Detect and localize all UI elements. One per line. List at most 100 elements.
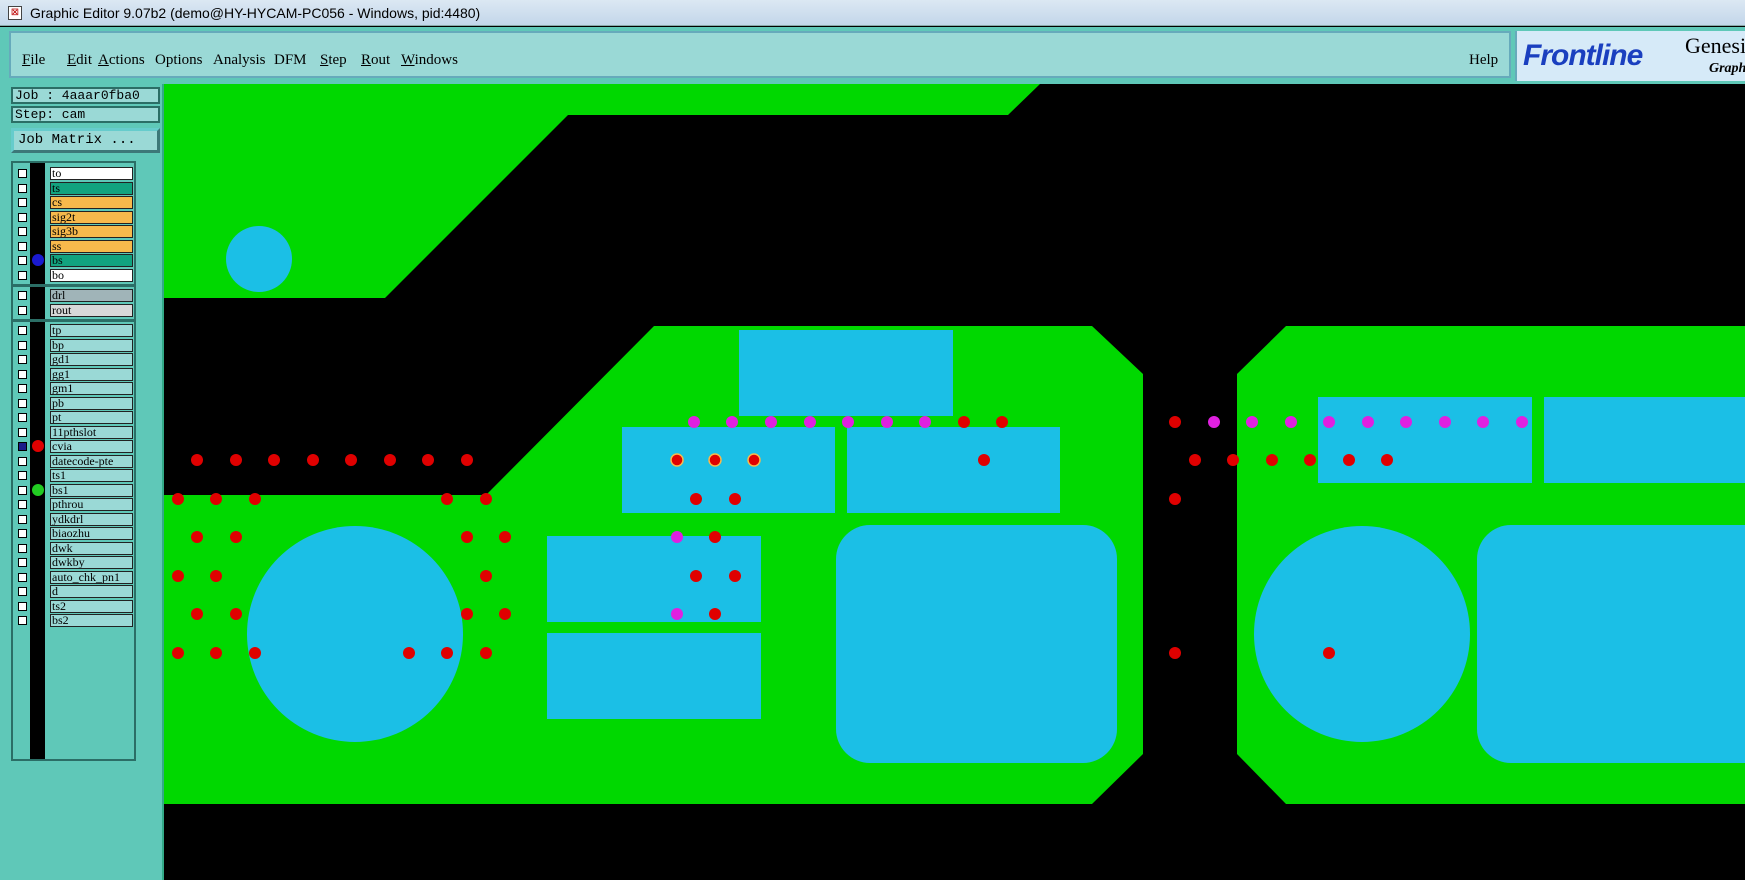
layer-row-dwk[interactable]: dwk <box>13 541 134 556</box>
menu-file[interactable]: File <box>22 52 45 69</box>
layer-name[interactable]: gm1 <box>50 382 133 395</box>
layer-checkbox[interactable] <box>18 558 27 567</box>
layer-name[interactable]: pthrou <box>50 498 133 511</box>
layer-checkbox[interactable] <box>18 198 27 207</box>
layer-checkbox[interactable] <box>18 616 27 625</box>
layer-row-gd1[interactable]: gd1 <box>13 353 134 367</box>
layer-name[interactable]: datecode-pte <box>50 454 133 468</box>
layer-row-cs[interactable]: cs <box>13 196 134 210</box>
layer-row-sig3b[interactable]: sig3b <box>13 225 134 239</box>
layer-row-d[interactable]: d <box>13 585 134 599</box>
menu-windows[interactable]: Windows <box>401 52 458 69</box>
layer-name[interactable]: 11pthslot <box>50 425 133 439</box>
layer-name[interactable]: tp <box>50 324 133 337</box>
job-matrix-button[interactable]: Job Matrix ... <box>11 128 160 153</box>
menu-actions[interactable]: Actions <box>98 52 145 69</box>
layer-name[interactable]: ts <box>50 181 133 195</box>
layer-row-sig2t[interactable]: sig2t <box>13 210 134 225</box>
menu-analysis[interactable]: Analysis <box>213 52 266 69</box>
layer-display-dot[interactable] <box>32 440 44 452</box>
layer-row-rout[interactable]: rout <box>13 303 134 318</box>
layer-row-drl[interactable]: drl <box>13 289 134 303</box>
layer-name[interactable]: sig3b <box>50 225 133 238</box>
layer-name[interactable]: bs <box>50 254 133 267</box>
layer-checkbox[interactable] <box>18 572 27 582</box>
layer-name[interactable]: bs1 <box>50 483 133 497</box>
layer-checkbox[interactable] <box>18 369 27 379</box>
layer-row-bs[interactable]: bs <box>13 254 134 268</box>
layer-row-dwkby[interactable]: dwkby <box>13 556 134 570</box>
layer-row-ts1[interactable]: ts1 <box>13 469 134 483</box>
layer-name[interactable]: gg1 <box>50 367 133 381</box>
layer-checkbox[interactable] <box>18 183 27 193</box>
layer-checkbox[interactable] <box>18 169 27 178</box>
layer-row-pb[interactable]: pb <box>13 396 134 411</box>
layer-name[interactable]: bs2 <box>50 614 133 627</box>
layer-name[interactable]: to <box>50 167 133 180</box>
layer-checkbox[interactable] <box>18 587 27 596</box>
layer-name[interactable]: drl <box>50 289 133 302</box>
menu-edit[interactable]: Edit <box>67 52 92 69</box>
layer-name[interactable]: pb <box>50 396 133 410</box>
layer-checkbox[interactable] <box>18 442 27 451</box>
layer-checkbox[interactable] <box>18 543 27 553</box>
layer-row-ts2[interactable]: ts2 <box>13 599 134 614</box>
layer-checkbox[interactable] <box>18 514 27 524</box>
layer-checkbox[interactable] <box>18 212 27 222</box>
layer-checkbox[interactable] <box>18 471 27 480</box>
layer-checkbox[interactable] <box>18 256 27 265</box>
layer-name[interactable]: rout <box>50 303 133 317</box>
layer-name[interactable]: cvia <box>50 440 133 453</box>
layer-checkbox[interactable] <box>18 340 27 350</box>
layer-checkbox[interactable] <box>18 456 27 466</box>
layer-name[interactable]: auto_chk_pn1 <box>50 570 133 584</box>
menu-help[interactable]: Help <box>1469 52 1498 69</box>
layer-row-biaozhu[interactable]: biaozhu <box>13 527 134 541</box>
layer-name[interactable]: ts2 <box>50 599 133 613</box>
layer-row-11pthslot[interactable]: 11pthslot <box>13 425 134 440</box>
layer-name[interactable]: biaozhu <box>50 527 133 540</box>
layer-checkbox[interactable] <box>18 355 27 364</box>
layer-checkbox[interactable] <box>18 227 27 236</box>
menu-dfm[interactable]: DFM <box>274 52 307 69</box>
layer-row-bo[interactable]: bo <box>13 268 134 283</box>
layer-row-bp[interactable]: bp <box>13 338 134 353</box>
layer-checkbox[interactable] <box>18 384 27 393</box>
layer-row-gg1[interactable]: gg1 <box>13 367 134 382</box>
layer-name[interactable]: dwk <box>50 541 133 555</box>
layer-row-gm1[interactable]: gm1 <box>13 382 134 396</box>
layer-name[interactable]: pt <box>50 411 133 424</box>
layer-checkbox[interactable] <box>18 291 27 300</box>
layer-row-auto_chk_pn1[interactable]: auto_chk_pn1 <box>13 570 134 585</box>
layer-checkbox[interactable] <box>18 305 27 315</box>
layer-row-ss[interactable]: ss <box>13 239 134 254</box>
layer-checkbox[interactable] <box>18 601 27 611</box>
layer-row-ydkdrl[interactable]: ydkdrl <box>13 512 134 527</box>
layer-name[interactable]: bo <box>50 268 133 282</box>
menu-step[interactable]: Step <box>320 52 347 69</box>
layer-checkbox[interactable] <box>18 485 27 495</box>
layer-name[interactable]: bp <box>50 338 133 352</box>
layer-row-pt[interactable]: pt <box>13 411 134 425</box>
layer-checkbox[interactable] <box>18 241 27 251</box>
layer-row-bs2[interactable]: bs2 <box>13 614 134 628</box>
graphic-canvas[interactable] <box>164 84 1745 880</box>
layer-checkbox[interactable] <box>18 427 27 437</box>
layer-checkbox[interactable] <box>18 326 27 335</box>
layer-name[interactable]: ts1 <box>50 469 133 482</box>
layer-checkbox[interactable] <box>18 270 27 280</box>
layer-display-dot[interactable] <box>32 254 44 266</box>
pcb-drawing[interactable] <box>164 84 1745 880</box>
layer-name[interactable]: sig2t <box>50 210 133 224</box>
layer-checkbox[interactable] <box>18 529 27 538</box>
menu-rout[interactable]: Rout <box>361 52 390 69</box>
layer-name[interactable]: dwkby <box>50 556 133 569</box>
layer-name[interactable]: d <box>50 585 133 598</box>
layer-name[interactable]: ydkdrl <box>50 512 133 526</box>
layer-name[interactable]: ss <box>50 239 133 253</box>
layer-row-datecode-pte[interactable]: datecode-pte <box>13 454 134 469</box>
layer-row-tp[interactable]: tp <box>13 324 134 338</box>
layer-row-cvia[interactable]: cvia <box>13 440 134 454</box>
app-icon[interactable]: ⊠ <box>8 6 22 20</box>
layer-row-to[interactable]: to <box>13 167 134 181</box>
